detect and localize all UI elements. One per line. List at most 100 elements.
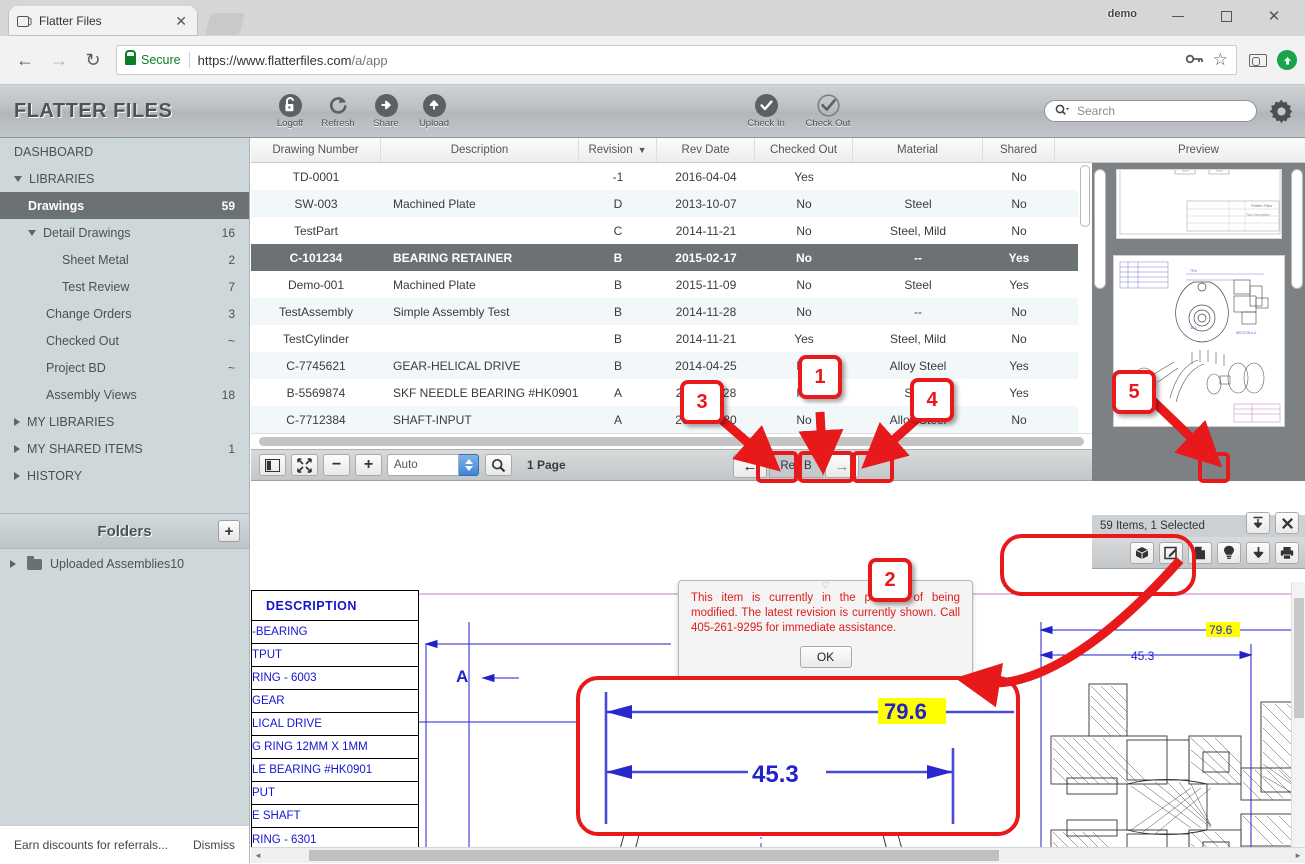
new-tab-button[interactable] — [205, 13, 245, 35]
add-folder-button[interactable]: + — [218, 520, 240, 542]
sidebar-item-libraries[interactable]: LIBRARIES — [0, 165, 249, 192]
table-row[interactable]: C-101234 BEARING RETAINER B 2015-02-17 No -- Y… — [251, 244, 1092, 271]
table-row[interactable]: Demo-001 Machined Plate B 2015-11-09 No Steel… — [251, 271, 1092, 298]
sidebar-item-checked-out[interactable]: Checked Out ~ — [0, 327, 249, 354]
chevron-right-icon[interactable] — [14, 471, 20, 480]
search-input[interactable]: Search — [1044, 100, 1257, 122]
cell-mt: Steel, Mild — [889, 331, 947, 346]
fit-page-icon[interactable] — [291, 454, 318, 476]
referral-text[interactable]: Earn discounts for referrals... — [14, 838, 168, 852]
scroll-right-arrow-icon[interactable]: ► — [1294, 851, 1302, 860]
document-icon[interactable] — [1188, 541, 1212, 564]
forward-button[interactable]: → — [42, 43, 76, 77]
table-row[interactable]: TD-0001 -1 2016-04-04 Yes No — [251, 163, 1092, 190]
zoom-level-select[interactable]: Auto — [387, 454, 459, 476]
sidebar-item-drawings[interactable]: Drawings 59 — [0, 192, 249, 219]
lightbulb-icon[interactable] — [1217, 541, 1241, 564]
window-minimize-button[interactable] — [1155, 0, 1201, 32]
table-row[interactable]: C-7712384SHAFT-INPUTA2014-04-30NoAlloy S… — [251, 406, 1092, 433]
window-maximize-button[interactable] — [1203, 0, 1249, 32]
sidebar-item-my-libraries[interactable]: MY LIBRARIES — [0, 408, 249, 435]
sidebar-item-sheet-metal[interactable]: Sheet Metal 2 — [0, 246, 249, 273]
share-button[interactable]: Share — [362, 93, 410, 129]
extension-card-icon[interactable] — [1249, 53, 1267, 67]
chevron-down-icon[interactable] — [14, 175, 22, 182]
table-row[interactable]: C-7745621GEAR-HELICAL DRIVEB2014-04-25No… — [251, 352, 1092, 379]
column-header-revision[interactable]: Revision ▼ — [579, 138, 657, 162]
sidebar-item-label: DASHBOARD — [14, 144, 94, 159]
settings-gear-button[interactable] — [1268, 98, 1295, 128]
revision-label[interactable]: Rev B — [769, 454, 823, 478]
table-row[interactable]: TestAssembly Simple Assembly Test B 2014-11… — [251, 298, 1092, 325]
zoom-in-button[interactable]: + — [355, 454, 382, 476]
table-row[interactable]: SW-003 Machined Plate D 2013-10-07 No Steel No — [251, 190, 1092, 217]
tab-close-icon[interactable]: ✕ — [172, 13, 190, 30]
table-row[interactable]: TestCylinder B 2014-11-21 Yes Steel, Mild No — [251, 325, 1092, 352]
print-icon[interactable] — [1275, 541, 1299, 564]
close-icon[interactable] — [1275, 512, 1299, 534]
scroll-thumb[interactable] — [1294, 598, 1304, 718]
column-header-description[interactable]: Description — [381, 138, 579, 162]
table-row[interactable]: B-5569874SKF NEEDLE BEARING #HK0901A2014… — [251, 379, 1092, 406]
sidebar-item-change-orders[interactable]: Change Orders 3 — [0, 300, 249, 327]
profile-name[interactable]: demo — [1108, 8, 1137, 20]
scroll-thumb[interactable] — [1080, 165, 1090, 227]
column-header-material[interactable]: Material — [853, 138, 983, 162]
column-header-checked-out[interactable]: Checked Out — [755, 138, 853, 162]
column-header-rev-date[interactable]: Rev Date — [657, 138, 755, 162]
sort-descending-icon[interactable]: ▼ — [638, 145, 647, 155]
bookmark-star-icon[interactable]: ☆ — [1213, 50, 1228, 70]
check-in-button[interactable]: Check In — [735, 93, 797, 129]
window-close-button[interactable]: ✕ — [1251, 0, 1297, 32]
sidebar-item-project-bd[interactable]: Project BD ~ — [0, 354, 249, 381]
browser-tab[interactable]: Flatter Files ✕ — [8, 6, 198, 36]
scroll-left-arrow-icon[interactable]: ◄ — [254, 851, 262, 860]
table-row[interactable]: TestPart C 2014-11-21 No Steel, Mild No — [251, 217, 1092, 244]
stepper-up-icon[interactable] — [464, 459, 473, 464]
check-out-button[interactable]: Check Out — [797, 93, 859, 129]
scroll-thumb[interactable] — [309, 850, 999, 861]
find-in-document-button[interactable] — [485, 454, 512, 476]
panel-toggle-icon[interactable] — [259, 454, 286, 476]
sidebar-item-my-shared-items[interactable]: MY SHARED ITEMS 1 — [0, 435, 249, 462]
folder-item[interactable]: Uploaded Assemblies 10 — [0, 549, 249, 579]
upload-button[interactable]: Upload — [410, 93, 458, 129]
table-horizontal-scrollbar[interactable] — [251, 433, 1092, 449]
address-bar[interactable]: Secure https://www.flatterfiles.com/a/ap… — [116, 45, 1237, 75]
chevron-right-icon[interactable] — [14, 417, 20, 426]
collapse-panel-icon[interactable] — [1246, 512, 1270, 534]
stepper-down-icon[interactable] — [464, 466, 473, 471]
sidebar-item-assembly-views[interactable]: Assembly Views 18 — [0, 381, 249, 408]
extension-upload-icon[interactable] — [1277, 50, 1297, 70]
chevron-down-icon[interactable] — [28, 229, 36, 236]
model-3d-icon[interactable] — [1130, 541, 1154, 564]
preview-left-scrollbar[interactable] — [1094, 169, 1106, 289]
zoom-stepper[interactable] — [459, 454, 479, 476]
zoom-out-button[interactable]: − — [323, 454, 350, 476]
scroll-thumb[interactable] — [259, 437, 1084, 446]
previous-revision-button[interactable]: ← — [733, 454, 767, 478]
markup-edit-icon[interactable] — [1159, 541, 1183, 564]
reload-button[interactable]: ↻ — [76, 43, 110, 77]
preview-thumbnail-page1[interactable]: Flatter Files Test Description — [1115, 169, 1282, 239]
table-vertical-scrollbar[interactable] — [1078, 163, 1092, 433]
canvas-vertical-scrollbar[interactable] — [1291, 582, 1305, 847]
chevron-right-icon[interactable] — [10, 560, 16, 568]
sidebar-item-detail-drawings[interactable]: Detail Drawings 16 — [0, 219, 249, 246]
column-header-drawing-number[interactable]: Drawing Number — [251, 138, 381, 162]
logoff-button[interactable]: Logoff — [266, 93, 314, 129]
next-revision-button[interactable]: → — [825, 454, 859, 478]
back-button[interactable]: ← — [8, 43, 42, 77]
dialog-ok-button[interactable]: OK — [799, 646, 852, 668]
refresh-button[interactable]: Refresh — [314, 94, 362, 129]
sidebar-item-test-review[interactable]: Test Review 7 — [0, 273, 249, 300]
download-icon[interactable] — [1246, 541, 1270, 564]
save-password-icon[interactable] — [1185, 53, 1203, 68]
preview-right-scrollbar[interactable] — [1291, 169, 1303, 289]
dismiss-banner-button[interactable]: Dismiss — [193, 838, 235, 852]
canvas-horizontal-scrollbar[interactable]: ◄ ► — [251, 847, 1305, 863]
column-header-shared[interactable]: Shared — [983, 138, 1055, 162]
chevron-right-icon[interactable] — [14, 444, 20, 453]
sidebar-item-dashboard[interactable]: DASHBOARD — [0, 138, 249, 165]
sidebar-item-history[interactable]: HISTORY — [0, 462, 249, 489]
